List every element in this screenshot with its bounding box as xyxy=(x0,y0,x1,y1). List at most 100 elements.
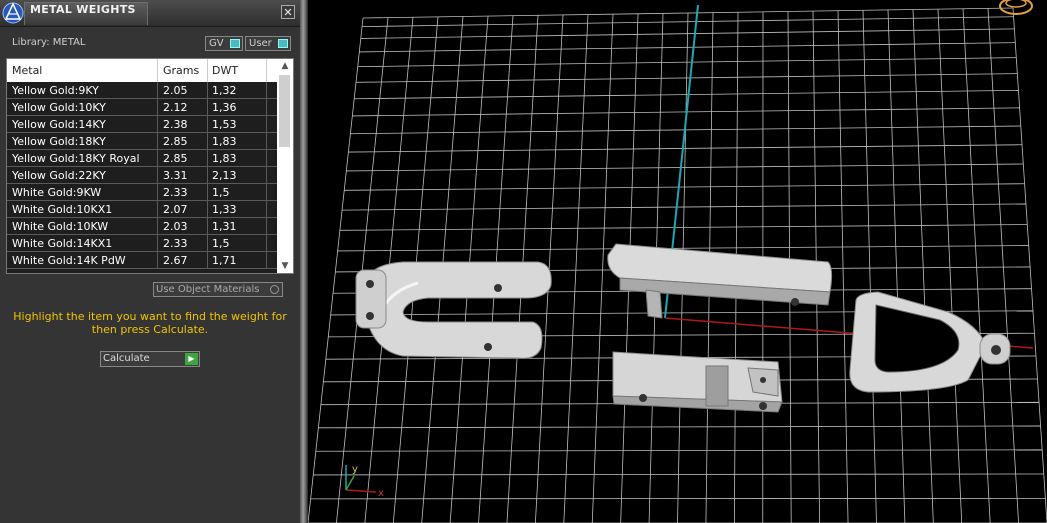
table-row[interactable]: White Gold:14K PdW 2.67 1,71 xyxy=(7,252,277,269)
dwt-cell: 1,83 xyxy=(212,152,237,165)
grams-cell: 2.05 xyxy=(163,84,188,97)
table-row[interactable]: Yellow Gold:10KY 2.12 1,36 xyxy=(7,99,277,116)
hint-text: Highlight the item you want to find the … xyxy=(13,310,287,336)
axis-y-label: y xyxy=(352,464,358,475)
user-toggle-label: User xyxy=(249,38,272,49)
toggle-indicator-icon xyxy=(230,39,240,48)
table-row[interactable]: White Gold:10KX1 2.07 1,33 xyxy=(7,201,277,218)
table-row[interactable]: White Gold:9KW 2.33 1,5 xyxy=(7,184,277,201)
metal-weights-panel: METAL WEIGHTS ✕ Library: METAL GV User M… xyxy=(0,0,300,523)
panel-titlebar[interactable]: METAL WEIGHTS ✕ xyxy=(0,0,300,27)
cell-divider xyxy=(266,167,267,183)
cell-divider xyxy=(266,218,267,234)
panel-splitter[interactable] xyxy=(300,0,308,523)
cell-divider xyxy=(157,133,158,149)
scroll-up-icon[interactable]: ▲ xyxy=(277,59,293,73)
view-cube-icon[interactable] xyxy=(999,0,1033,15)
metal-cell: Yellow Gold:22KY xyxy=(12,169,106,182)
cell-divider xyxy=(266,116,267,132)
cell-divider xyxy=(207,116,208,132)
grid-line xyxy=(962,8,991,523)
use-object-materials-toggle[interactable]: Use Object Materials xyxy=(153,282,283,297)
cell-divider xyxy=(207,218,208,234)
viewport-canvas: x y xyxy=(308,0,1047,523)
model-bail[interactable] xyxy=(849,291,1011,393)
cell-divider xyxy=(207,252,208,268)
table-row[interactable]: White Gold:14KX1 2.33 1,5 xyxy=(7,235,277,252)
grams-cell: 2.38 xyxy=(163,118,188,131)
3d-viewport[interactable]: x y xyxy=(308,0,1047,523)
metal-table[interactable]: Metal Grams DWT Yellow Gold:9KY 2.05 1,32 … xyxy=(6,58,294,274)
scroll-down-icon[interactable]: ▼ xyxy=(277,259,293,273)
grams-cell: 2.67 xyxy=(163,254,188,267)
grid-line xyxy=(987,8,1019,523)
user-toggle[interactable]: User xyxy=(245,36,291,51)
cell-divider xyxy=(157,252,158,268)
model-bar[interactable] xyxy=(607,243,833,319)
cell-divider xyxy=(266,82,267,98)
metal-cell: Yellow Gold:9KY xyxy=(12,84,99,97)
close-button[interactable]: ✕ xyxy=(281,5,295,19)
table-row[interactable]: Yellow Gold:22KY 3.31 2,13 xyxy=(7,167,277,184)
grams-cell: 2.03 xyxy=(163,220,188,233)
model-clasp-block[interactable] xyxy=(612,351,783,413)
cell-divider xyxy=(207,235,208,251)
cell-divider xyxy=(207,82,208,98)
calculate-button[interactable]: Calculate ▶ xyxy=(100,351,200,367)
table-row[interactable]: White Gold:10KW 2.03 1,31 xyxy=(7,218,277,235)
table-header: Metal Grams DWT xyxy=(7,59,277,82)
dwt-cell: 1,5 xyxy=(212,186,230,199)
cell-divider xyxy=(266,99,267,115)
cell-divider xyxy=(157,184,158,200)
cell-divider xyxy=(157,150,158,166)
table-row[interactable]: Yellow Gold:18KY Royal 2.85 1,83 xyxy=(7,150,277,167)
metal-cell: Yellow Gold:10KY xyxy=(12,101,106,114)
scroll-thumb[interactable] xyxy=(279,75,290,147)
gv-toggle[interactable]: GV xyxy=(205,36,243,51)
cell-divider xyxy=(266,201,267,217)
grams-cell: 2.12 xyxy=(163,101,188,114)
column-header-grams[interactable]: Grams xyxy=(163,64,199,77)
grid-line xyxy=(308,17,364,523)
table-row[interactable]: Yellow Gold:18KY 2.85 1,83 xyxy=(7,133,277,150)
dwt-cell: 1,31 xyxy=(212,220,237,233)
column-divider[interactable] xyxy=(207,59,208,82)
cell-divider xyxy=(207,99,208,115)
grams-cell: 2.85 xyxy=(163,135,188,148)
play-arrow-icon: ▶ xyxy=(185,353,198,365)
dwt-cell: 1,32 xyxy=(212,84,237,97)
grid-line xyxy=(937,9,963,523)
cell-divider xyxy=(157,116,158,132)
cell-divider xyxy=(207,133,208,149)
axis-gizmo-icon xyxy=(345,465,377,493)
dwt-cell: 1,71 xyxy=(212,254,237,267)
panel-title: METAL WEIGHTS xyxy=(30,3,136,16)
grid-line xyxy=(563,14,589,523)
cell-divider xyxy=(266,184,267,200)
axis-x-label: x xyxy=(378,488,384,499)
dwt-cell: 1,83 xyxy=(212,135,237,148)
table-row[interactable]: Yellow Gold:9KY 2.05 1,32 xyxy=(7,82,277,99)
metal-cell: White Gold:14KX1 xyxy=(12,237,113,250)
dwt-cell: 1,5 xyxy=(212,237,230,250)
cell-divider xyxy=(266,150,267,166)
column-divider[interactable] xyxy=(266,59,267,82)
grams-cell: 2.33 xyxy=(163,186,188,199)
cell-divider xyxy=(207,184,208,200)
table-row[interactable]: Yellow Gold:14KY 2.38 1,53 xyxy=(7,116,277,133)
column-header-metal[interactable]: Metal xyxy=(12,64,42,77)
dwt-cell: 1,33 xyxy=(212,203,237,216)
column-header-dwt[interactable]: DWT xyxy=(212,64,238,77)
radio-icon xyxy=(270,285,279,294)
metal-cell: White Gold:14K PdW xyxy=(12,254,126,267)
grid-line xyxy=(862,10,877,523)
table-scrollbar[interactable]: ▲ ▼ xyxy=(277,59,293,273)
column-divider[interactable] xyxy=(157,59,158,82)
metal-cell: White Gold:10KX1 xyxy=(12,203,113,216)
cell-divider xyxy=(207,201,208,217)
metal-cell: White Gold:10KW xyxy=(12,220,109,233)
grid-line xyxy=(887,9,906,523)
model-clevis[interactable] xyxy=(355,261,552,359)
library-label: Library: METAL xyxy=(12,37,86,48)
cell-divider xyxy=(157,218,158,234)
